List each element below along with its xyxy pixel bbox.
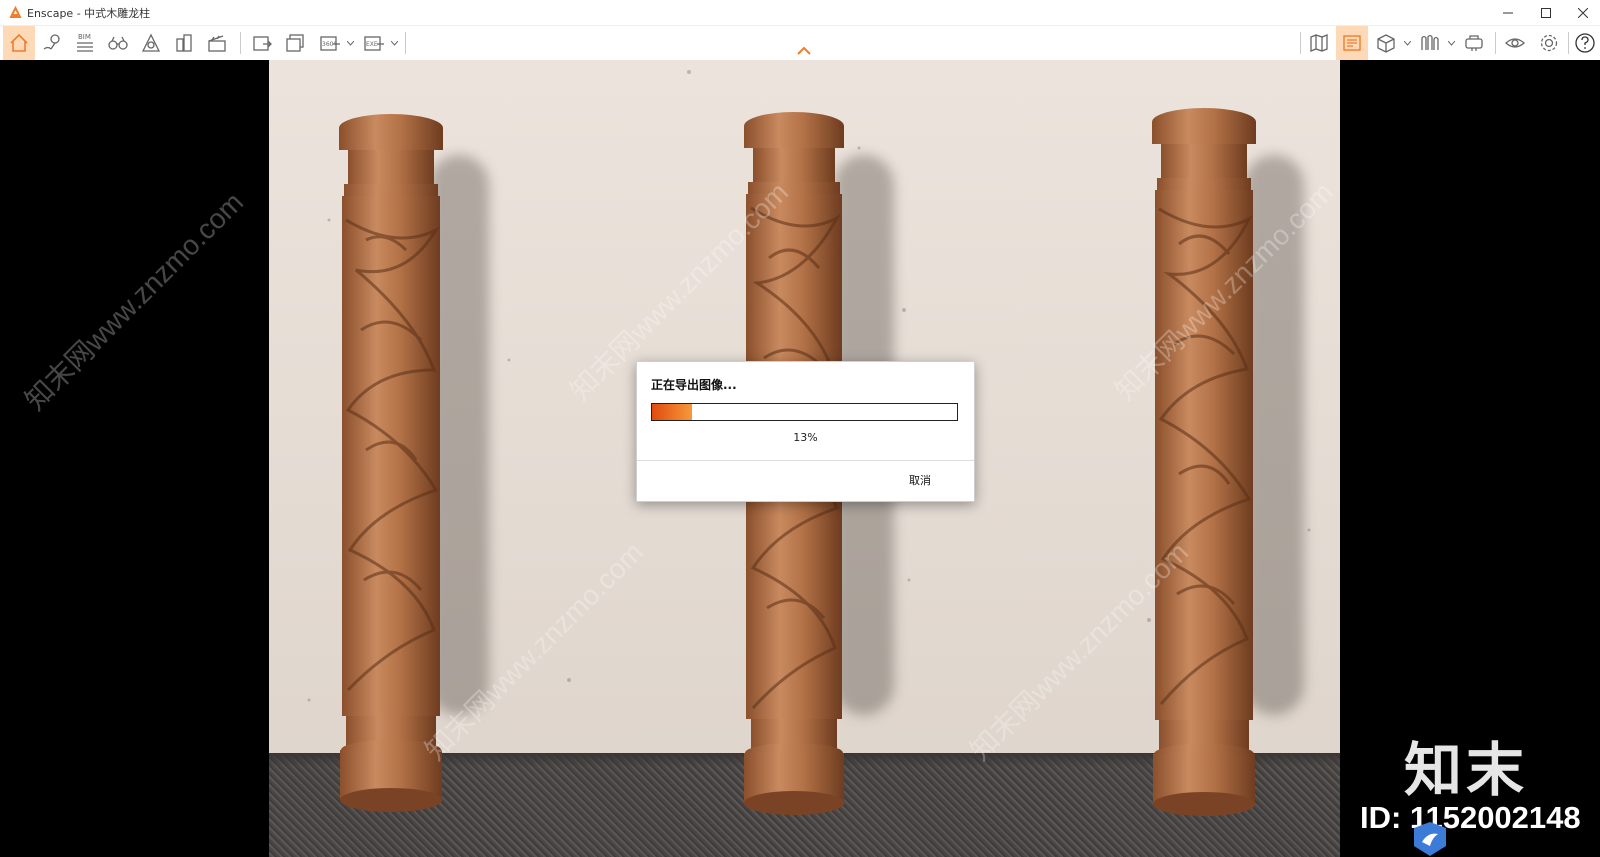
views-icon	[1421, 34, 1439, 50]
help-icon	[1575, 33, 1595, 53]
home-button[interactable]	[3, 26, 35, 60]
exe-export-dropdown[interactable]	[390, 26, 399, 60]
screenshot-export-icon	[253, 36, 272, 51]
binoculars-icon	[108, 36, 128, 50]
minimize-icon	[1503, 12, 1513, 13]
chevron-down-icon	[1448, 40, 1455, 46]
material-editor-icon	[1343, 35, 1361, 51]
map-button[interactable]	[1303, 26, 1335, 60]
export-progress-dialog: 正在导出图像... 13% 取消	[636, 361, 975, 502]
panorama-button[interactable]: 360°	[314, 26, 346, 60]
close-icon	[1577, 7, 1588, 18]
window-title: Enscape - 中式木雕龙柱	[27, 7, 151, 20]
enscape-logo-icon	[9, 6, 22, 18]
screenshot-button[interactable]	[246, 26, 278, 60]
watermark-text: 知末网www.znzmo.com	[19, 186, 250, 417]
panorama-dropdown[interactable]	[346, 26, 355, 60]
bim-icon: BIM	[77, 33, 93, 52]
panorama-360-icon: 360°	[320, 36, 340, 51]
compass-icon	[141, 33, 161, 52]
views-button[interactable]	[1414, 26, 1446, 60]
exe-export-button[interactable]: EXE	[358, 26, 390, 60]
maximize-button[interactable]	[1527, 0, 1565, 25]
location-button[interactable]	[36, 26, 68, 60]
bim-button[interactable]: BIM	[69, 26, 101, 60]
buildings-icon	[176, 34, 192, 52]
minimize-button[interactable]	[1489, 0, 1527, 25]
home-icon	[10, 33, 28, 52]
settings-icon	[1540, 34, 1558, 52]
close-button[interactable]	[1565, 0, 1600, 25]
material-editor-button[interactable]	[1336, 26, 1368, 60]
map-icon	[1310, 34, 1328, 52]
chevron-down-icon	[347, 40, 354, 46]
dialog-divider	[637, 460, 974, 461]
progress-fill	[652, 404, 692, 420]
video-editor-button[interactable]	[201, 26, 233, 60]
chevron-down-icon	[391, 40, 398, 46]
visibility-button[interactable]	[1499, 26, 1531, 60]
exe-export-icon: EXE	[364, 36, 384, 51]
desktop-headset-icon	[1465, 35, 1483, 51]
views-dropdown[interactable]	[1447, 26, 1456, 60]
collapse-toolbar-icon[interactable]	[797, 46, 811, 56]
dialog-title: 正在导出图像...	[651, 378, 737, 392]
settings-button[interactable]	[1533, 26, 1565, 60]
batch-render-button[interactable]	[280, 26, 312, 60]
carved-column-right	[1152, 108, 1256, 816]
help-button[interactable]	[1570, 26, 1600, 60]
asset-library-button[interactable]	[1370, 26, 1402, 60]
svg-text:BIM: BIM	[78, 33, 91, 41]
watermark-id: ID: 1152002148	[1360, 800, 1581, 835]
export-progress-bar	[651, 403, 958, 421]
location-pin-icon	[43, 34, 60, 50]
visibility-icon	[1505, 38, 1525, 48]
walk-mode-button[interactable]	[102, 26, 134, 60]
asset-library-icon	[1377, 34, 1395, 53]
svg-text:EXE: EXE	[366, 41, 378, 48]
vr-headset-button[interactable]	[1458, 26, 1490, 60]
title-bar: Enscape - 中式木雕龙柱	[0, 0, 1600, 26]
progress-percent: 13%	[793, 431, 818, 444]
watermark-brand: 知末	[1404, 736, 1529, 804]
asset-library-dropdown[interactable]	[1403, 26, 1412, 60]
chevron-down-icon	[1404, 40, 1411, 46]
buildings-button[interactable]	[168, 26, 200, 60]
compass-button[interactable]	[135, 26, 167, 60]
cancel-button[interactable]: 取消	[909, 472, 931, 488]
maximize-icon	[1541, 7, 1551, 18]
bird-logo-icon	[1414, 822, 1446, 856]
batch-render-icon	[286, 34, 304, 52]
clapperboard-icon	[208, 35, 226, 52]
carved-column-left	[339, 114, 443, 812]
